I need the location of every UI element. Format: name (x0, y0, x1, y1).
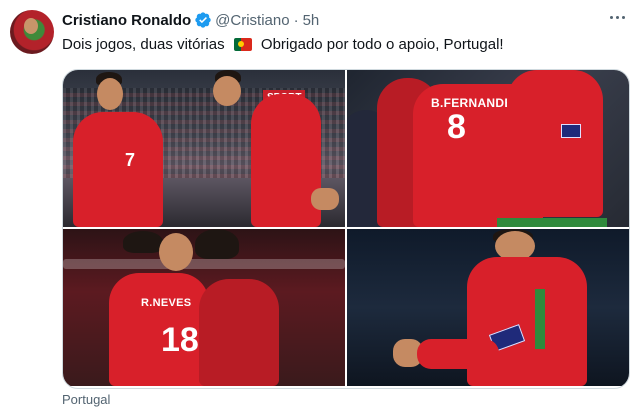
captain-armband (561, 124, 581, 138)
player-face (159, 233, 193, 271)
green-shorts (497, 218, 607, 227)
separator-dot: · (293, 11, 299, 29)
player-face (97, 78, 123, 110)
photo-1[interactable]: SPORT 7 (63, 70, 345, 227)
tweet-card: Cristiano Ronaldo @Cristiano · 5h Dois j… (0, 0, 640, 420)
player-hair-2 (195, 229, 239, 259)
avatar[interactable] (10, 10, 54, 54)
shirt-name: R.NEVES (141, 297, 192, 309)
player-shirt-right (507, 70, 603, 217)
timestamp[interactable]: 5h (303, 12, 320, 29)
verified-badge-icon (194, 11, 212, 29)
portugal-flag-icon (233, 38, 252, 51)
player-hair (123, 231, 163, 253)
player-face-2 (213, 76, 241, 106)
photo-3[interactable]: R.NEVES 18 (63, 229, 345, 386)
author-name[interactable]: Cristiano Ronaldo (62, 12, 191, 29)
shirt-number: 8 (447, 108, 466, 146)
media-grid: SPORT 7 B.FERNANDES 8 (62, 69, 630, 389)
location-tag[interactable]: Portugal (62, 392, 110, 407)
photo-4[interactable] (347, 229, 629, 386)
player-shirt-2 (251, 94, 321, 227)
shirt-green-stripe (535, 289, 545, 349)
player-shirt (73, 112, 163, 227)
tweet-text-part2: Obrigado por todo o apoio, Portugal! (260, 36, 504, 53)
player-shirt-2 (199, 279, 279, 386)
shirt-number: 18 (161, 321, 199, 359)
tweet-header: Cristiano Ronaldo @Cristiano · 5h (62, 9, 319, 31)
player-hand (311, 188, 339, 210)
more-options-icon[interactable] (606, 8, 628, 26)
shirt-number: 7 (125, 150, 136, 170)
tweet-text: Dois jogos, duas vitórias Obrigado por t… (62, 35, 504, 55)
photo-2[interactable]: B.FERNANDES 8 (347, 70, 629, 227)
player-arm (417, 339, 499, 369)
stadium-light-strip (63, 259, 345, 269)
tweet-text-part1: Dois jogos, duas vitórias (62, 36, 225, 53)
author-handle[interactable]: @Cristiano (215, 12, 289, 29)
